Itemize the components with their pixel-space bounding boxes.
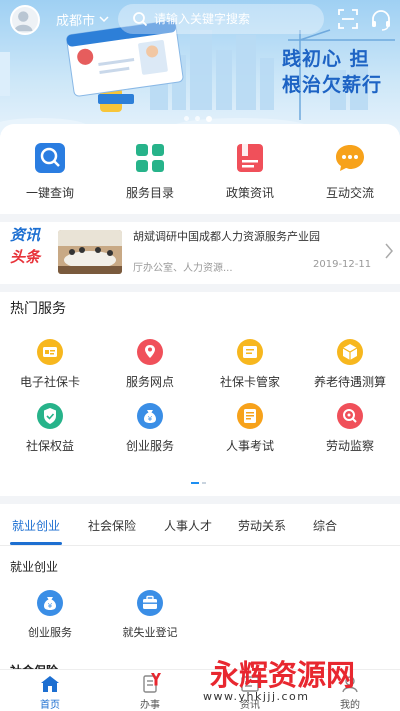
services-page-indicator [191,482,206,484]
news-tag-line-1: 资讯 [10,226,41,244]
scan-icon[interactable] [338,9,358,29]
slogan-line-2: 根治欠薪行 [282,74,383,96]
divider [0,284,400,292]
category-tabs: 就业创业 社会保险 人事人才 劳动关系 综合 [0,504,400,546]
quick-action-label: 服务目录 [125,186,174,200]
service-outlets[interactable]: 服务网点 [100,339,200,403]
nav-label: 办事 [140,700,160,711]
box-icon [337,339,363,365]
city-label: 成都市 [56,14,96,29]
service-label: 社保权益 [25,439,74,453]
news-tag-line-2: 头条 [10,248,41,266]
carousel-dot-active[interactable] [206,115,212,122]
search-icon [133,12,148,27]
banner-slogan: 践初心 担 根治欠薪行 [282,46,382,98]
money-bag-icon: ¥ [37,590,63,616]
service-label: 创业服务 [125,439,174,453]
tab-general[interactable]: 综合 [310,504,340,545]
news-date: 2019-12-11 [313,259,372,270]
headset-icon[interactable] [370,9,392,31]
document-icon [237,144,263,172]
main-content: 一键查询 服务目录 政策资讯 互动交流 资讯 头条 胡斌调研中国成都人力资源服务… [0,124,400,711]
grid-icon [136,144,164,172]
location-icon [137,339,163,365]
search-input[interactable] [154,12,314,26]
service-rights[interactable]: 社保权益 [0,403,100,467]
headline-news[interactable]: 资讯 头条 胡斌调研中国成都人力资源服务产业园 厅办公室、人力资源... 201… [0,222,400,284]
divider [0,496,400,504]
section-items: ¥ 创业服务 就失业登记 [0,590,200,640]
service-label: 养老待遇测算 [313,375,386,389]
service-exam[interactable]: 人事考试 [200,403,300,467]
svg-text:¥: ¥ [48,602,53,610]
tab-personnel[interactable]: 人事人才 [160,504,216,545]
hot-services-title: 热门服务 [10,301,66,317]
service-startup[interactable]: ¥ 创业服务 [100,403,200,467]
page-dot [202,482,206,484]
task-icon [143,675,157,693]
section-item-label: 就失业登记 [122,626,178,639]
carousel-dot[interactable] [195,116,200,121]
news-tag: 资讯 头条 [10,224,40,268]
quick-action-label: 政策资讯 [225,186,274,200]
money-bag-icon: ¥ [137,403,163,429]
news-thumbnail [58,230,122,274]
service-e-card[interactable]: 电子社保卡 [0,339,100,403]
shield-icon [37,403,63,429]
service-pension-calc[interactable]: 养老待遇测算 [300,339,400,403]
home-icon [41,676,59,692]
watermark-url: www.yhkjjj.com [203,690,310,703]
svg-text:¥: ¥ [148,415,153,423]
service-label: 劳动监察 [325,439,374,453]
slogan-line-1: 践初心 担 [282,48,370,70]
tab-employment[interactable]: 就业创业 [10,504,62,545]
chevron-right-icon [385,243,393,259]
tab-social-insurance[interactable]: 社会保险 [84,504,140,545]
service-card-manager[interactable]: 社保卡管家 [200,339,300,403]
section-item-unemployment-reg[interactable]: 就失业登记 [100,590,200,640]
carousel-indicator [184,115,212,122]
service-label: 人事考试 [225,439,274,453]
nav-label: 我的 [340,700,360,711]
watermark-title: 永辉资源网 [210,658,356,692]
hot-services-grid: 电子社保卡 服务网点 社保卡管家 养老待遇测算 社保权益 ¥ 创业服务 人事考试… [0,339,400,467]
divider [0,214,400,222]
city-selector[interactable]: 成都市 [56,10,109,29]
nav-label: 首页 [40,700,60,711]
quick-action-label: 互动交流 [325,186,374,200]
section-item-startup[interactable]: ¥ 创业服务 [0,590,100,640]
briefcase-icon [137,590,163,616]
nav-home[interactable]: 首页 [0,670,100,711]
avatar[interactable] [10,5,40,35]
service-label: 服务网点 [125,375,174,389]
news-source: 厅办公室、人力资源... [133,263,233,274]
card-manager-icon [237,339,263,365]
inspect-icon [337,403,363,429]
tab-labor-relations[interactable]: 劳动关系 [234,504,290,545]
news-title: 胡斌调研中国成都人力资源服务产业园 [133,230,320,243]
user-avatar-icon [13,11,33,32]
exam-icon [237,403,263,429]
service-label: 社保卡管家 [219,375,280,389]
search-icon [35,143,65,173]
chat-icon [336,145,364,171]
top-bar: 成都市 [0,0,400,38]
section-title: 就业创业 [10,560,59,574]
banner-carousel[interactable]: 成都市 践初心 担 根治欠薪行 [0,0,400,135]
nav-tasks[interactable]: 办事 [100,670,200,711]
page-dot-active [191,482,199,484]
id-card-icon [37,339,63,365]
section-item-label: 创业服务 [28,626,72,639]
search-bar[interactable] [118,4,324,34]
carousel-dot[interactable] [184,116,189,121]
service-inspection[interactable]: 劳动监察 [300,403,400,467]
chevron-down-icon [99,16,109,23]
quick-action-label: 一键查询 [25,186,74,200]
service-label: 电子社保卡 [19,375,80,389]
